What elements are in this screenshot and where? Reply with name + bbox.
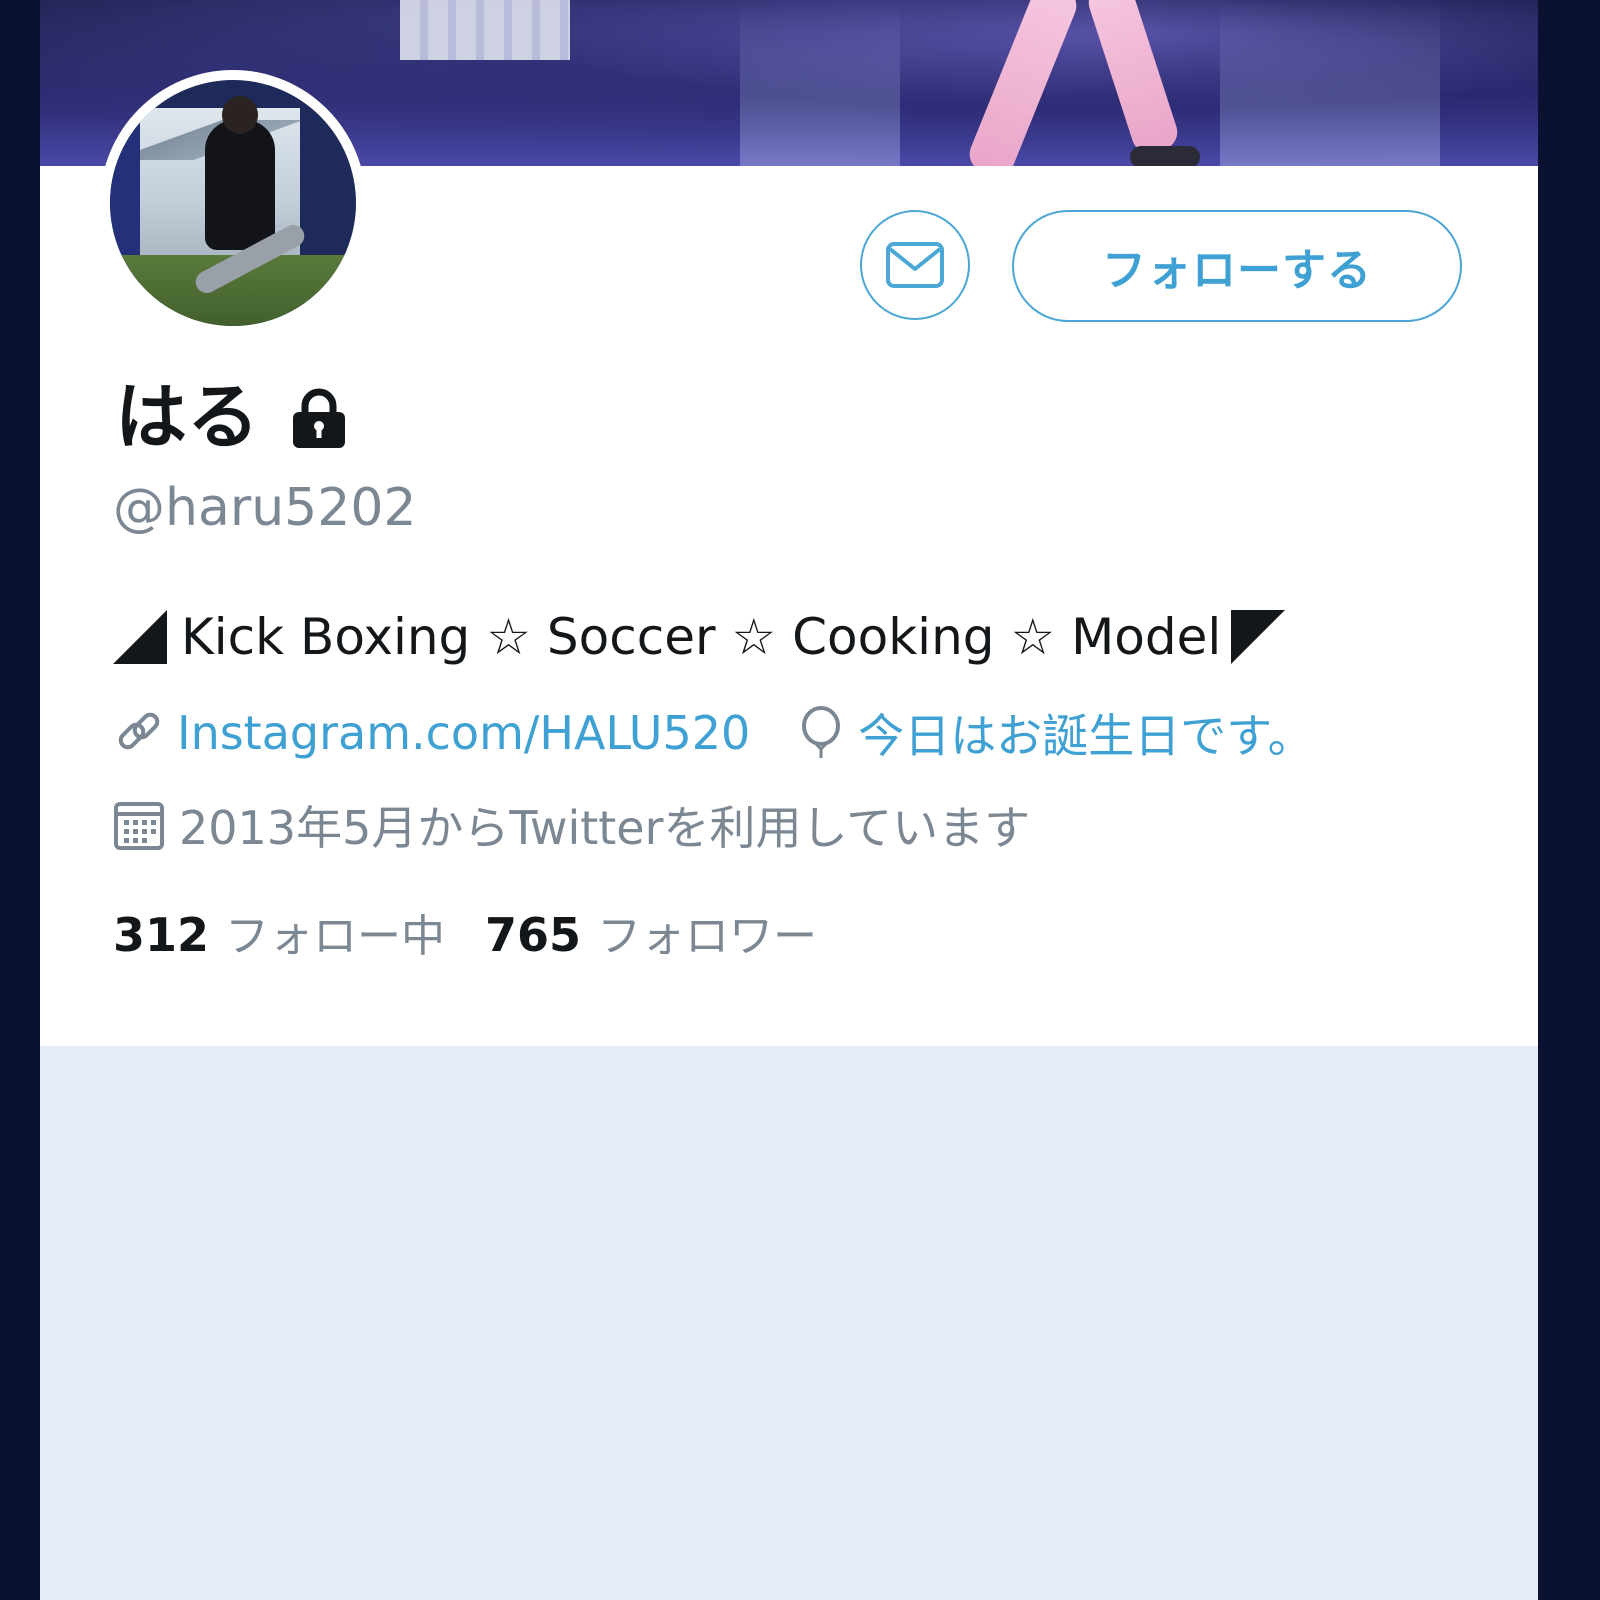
birthday-text: 今日はお誕生日です。 — [858, 709, 1314, 763]
bio-left-triangle-icon — [113, 610, 167, 664]
balloon-icon — [802, 706, 841, 758]
followers-label: フォロワー — [597, 911, 818, 962]
banner-curtain — [400, 0, 570, 60]
banner-light — [740, 0, 900, 166]
joined-row: 2013年5月からTwitterを利用しています — [113, 792, 1030, 858]
username-handle: @haru5202 — [113, 478, 417, 538]
avatar[interactable] — [110, 80, 356, 326]
timeline-area — [40, 1046, 1538, 1600]
follow-stats: 312 フォロー中 765 フォロワー — [113, 900, 817, 964]
link-icon — [118, 712, 160, 750]
message-button[interactable] — [860, 210, 970, 320]
banner-light — [1220, 0, 1440, 166]
joined-date: 2013年5月からTwitterを利用しています — [179, 801, 1031, 855]
following-count: 312 — [113, 908, 210, 962]
bio: Kick Boxing ☆ Soccer ☆ Cooking ☆ Model — [113, 608, 1286, 666]
follow-button[interactable]: フォローする — [1012, 210, 1462, 322]
banner-figure-leg — [1084, 0, 1182, 158]
right-edge — [1538, 0, 1600, 1600]
profile-meta: Instagram.com/HALU520 今日はお誕生日です。 — [113, 700, 1314, 766]
display-name: はる — [115, 375, 260, 459]
website-link[interactable]: Instagram.com/HALU520 — [177, 706, 750, 760]
banner-figure-leg — [964, 0, 1082, 166]
following-stat[interactable]: 312 フォロー中 — [113, 900, 445, 964]
banner-figure-shoe — [1130, 146, 1200, 166]
bio-right-triangle-icon — [1231, 610, 1286, 664]
followers-count: 765 — [485, 908, 582, 962]
name-row: はる — [115, 372, 351, 462]
avatar-person — [205, 120, 275, 250]
lock-icon — [289, 384, 351, 450]
screenshot-frame: フォローする はる @haru5202 Kick Boxing ☆ Soccer… — [0, 0, 1600, 1600]
calendar-icon — [114, 802, 164, 850]
mail-icon — [886, 242, 944, 288]
followers-stat[interactable]: 765 フォロワー — [485, 900, 817, 964]
bio-text: Kick Boxing ☆ Soccer ☆ Cooking ☆ Model — [181, 608, 1222, 666]
avatar-head — [222, 96, 258, 134]
following-label: フォロー中 — [225, 911, 446, 962]
birthday-item: 今日はお誕生日です。 — [798, 700, 1314, 766]
left-edge — [0, 0, 40, 1600]
website-item[interactable]: Instagram.com/HALU520 — [113, 706, 750, 760]
